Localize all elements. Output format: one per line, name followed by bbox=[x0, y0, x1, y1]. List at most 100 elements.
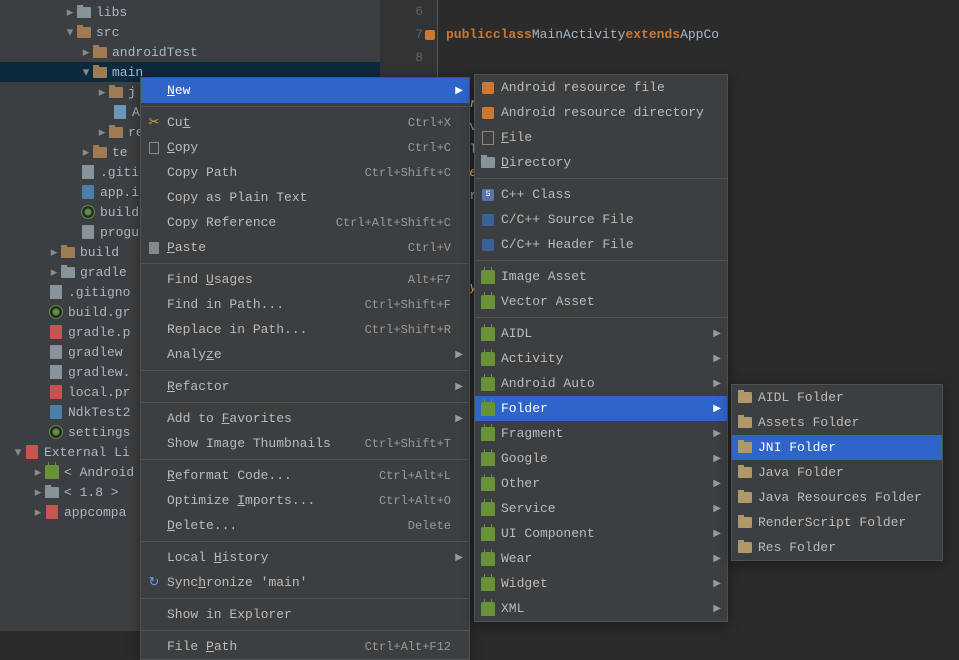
menu-item[interactable]: Other▶ bbox=[475, 471, 727, 496]
menu-item[interactable]: File PathCtrl+Alt+F12 bbox=[141, 634, 469, 659]
and-icon bbox=[480, 326, 496, 342]
and-icon bbox=[480, 426, 496, 442]
tree-label: A bbox=[132, 105, 140, 120]
menu-item[interactable]: Reformat Code...Ctrl+Alt+L bbox=[141, 463, 469, 488]
menu-item[interactable]: PasteCtrl+V bbox=[141, 235, 469, 260]
menu-item[interactable]: Service▶ bbox=[475, 496, 727, 521]
menu-item[interactable]: Image Asset bbox=[475, 264, 727, 289]
menu-item[interactable]: Java Folder bbox=[732, 460, 942, 485]
menu-item[interactable]: Folder▶ bbox=[475, 396, 727, 421]
menu-item[interactable]: XML▶ bbox=[475, 596, 727, 621]
menu-item-label: Android resource file bbox=[501, 80, 665, 95]
menu-item[interactable]: Show Image ThumbnailsCtrl+Shift+T bbox=[141, 431, 469, 456]
menu-item[interactable]: Refactor▶ bbox=[141, 374, 469, 399]
menu-item-label: Copy bbox=[167, 140, 198, 155]
menu-item[interactable]: Copy PathCtrl+Shift+C bbox=[141, 160, 469, 185]
tree-item[interactable]: ▸androidTest bbox=[0, 42, 380, 62]
tree-label: androidTest bbox=[112, 45, 198, 60]
tree-label: app.i bbox=[100, 185, 139, 200]
menu-item[interactable]: Android Auto▶ bbox=[475, 371, 727, 396]
menu-item[interactable]: Analyze▶ bbox=[141, 342, 469, 367]
and-icon bbox=[480, 401, 496, 417]
sync-icon: ↻ bbox=[146, 575, 162, 591]
menu-item[interactable]: C/C++ Source File bbox=[475, 207, 727, 232]
tree-item[interactable]: ▸libs bbox=[0, 2, 380, 22]
menu-item[interactable]: Find in Path...Ctrl+Shift+F bbox=[141, 292, 469, 317]
menu-separator bbox=[141, 106, 469, 107]
menu-item[interactable]: Local History▶ bbox=[141, 545, 469, 570]
menu-item[interactable]: AIDL ▶ bbox=[475, 321, 727, 346]
menu-item[interactable]: Replace in Path...Ctrl+Shift+R bbox=[141, 317, 469, 342]
menu-item[interactable]: Add to Favorites▶ bbox=[141, 406, 469, 431]
menu-item-label: Directory bbox=[501, 155, 571, 170]
menu-item[interactable]: Google ▶ bbox=[475, 446, 727, 471]
fld-icon bbox=[737, 440, 753, 456]
menu-item[interactable]: Vector Asset bbox=[475, 289, 727, 314]
and-icon bbox=[480, 501, 496, 517]
menu-item[interactable]: Assets Folder bbox=[732, 410, 942, 435]
line-number: 6 bbox=[415, 4, 423, 19]
menu-item[interactable]: Android resource directory bbox=[475, 100, 727, 125]
menu-item-label: AIDL bbox=[501, 326, 532, 341]
menu-item[interactable]: Copy as Plain Text bbox=[141, 185, 469, 210]
menu-item-shortcut: Ctrl+C bbox=[408, 141, 451, 155]
menu-item[interactable]: ✂CutCtrl+X bbox=[141, 110, 469, 135]
menu-item-label: Fragment bbox=[501, 426, 563, 441]
menu-item-label: Android Auto bbox=[501, 376, 595, 391]
menu-item[interactable]: Find UsagesAlt+F7 bbox=[141, 267, 469, 292]
menu-item-label: Copy Path bbox=[167, 165, 237, 180]
menu-item-label: Cut bbox=[167, 115, 190, 130]
menu-item[interactable]: Delete...Delete bbox=[141, 513, 469, 538]
menu-item[interactable]: ↻ Synchronize 'main' bbox=[141, 570, 469, 595]
menu-item-label: Show in Explorer bbox=[167, 607, 292, 622]
and-icon bbox=[480, 269, 496, 285]
menu-item[interactable]: Res Folder bbox=[732, 535, 942, 560]
submenu-arrow-icon: ▶ bbox=[713, 578, 721, 590]
tree-label: < 1.8 > bbox=[64, 485, 119, 500]
menu-item-label: Replace in Path... bbox=[167, 322, 307, 337]
menu-item-label: JNI Folder bbox=[758, 440, 836, 455]
menu-item[interactable]: SC++ Class bbox=[475, 182, 727, 207]
menu-item[interactable]: C/C++ Header File bbox=[475, 232, 727, 257]
menu-item[interactable]: File bbox=[475, 125, 727, 150]
folder-submenu[interactable]: AIDL FolderAssets Folder JNI Folder Java F… bbox=[731, 384, 943, 561]
file-icon bbox=[480, 130, 496, 146]
menu-item[interactable]: New▶ bbox=[141, 78, 469, 103]
tree-label: appcompa bbox=[64, 505, 126, 520]
submenu-arrow-icon: ▶ bbox=[713, 328, 721, 340]
and-icon bbox=[480, 526, 496, 542]
menu-item[interactable]: Java Resources Folder bbox=[732, 485, 942, 510]
menu-item-label: Delete... bbox=[167, 518, 237, 533]
menu-item[interactable]: Copy ReferenceCtrl+Alt+Shift+C bbox=[141, 210, 469, 235]
menu-item[interactable]: JNI Folder bbox=[732, 435, 942, 460]
menu-item-label: Reformat Code... bbox=[167, 468, 292, 483]
menu-item[interactable]: Android resource file bbox=[475, 75, 727, 100]
menu-item[interactable]: Optimize Imports...Ctrl+Alt+O bbox=[141, 488, 469, 513]
tree-label: build bbox=[80, 245, 119, 260]
tree-item[interactable]: ▾src bbox=[0, 22, 380, 42]
menu-item[interactable]: Wear▶ bbox=[475, 546, 727, 571]
menu-item[interactable]: Copy Ctrl+C bbox=[141, 135, 469, 160]
new-submenu[interactable]: Android resource file Android resource di… bbox=[474, 74, 728, 622]
tree-label: te bbox=[112, 145, 128, 160]
menu-item[interactable]: Directory bbox=[475, 150, 727, 175]
menu-item-label: C/C++ Header File bbox=[501, 237, 634, 252]
context-menu[interactable]: New▶ ✂CutCtrl+X Copy Ctrl+C Copy PathCtrl+Sh… bbox=[140, 77, 470, 660]
submenu-arrow-icon: ▶ bbox=[713, 453, 721, 465]
menu-item[interactable]: Fragment▶ bbox=[475, 421, 727, 446]
menu-item[interactable]: RenderScript Folder bbox=[732, 510, 942, 535]
tree-label: j bbox=[128, 85, 136, 100]
tree-label: .gitigno bbox=[68, 285, 130, 300]
menu-item[interactable]: Show in Explorer bbox=[141, 602, 469, 627]
tree-label: gradlew. bbox=[68, 365, 130, 380]
menu-item[interactable]: Activity▶ bbox=[475, 346, 727, 371]
menu-item-label: Google bbox=[501, 451, 548, 466]
menu-item[interactable]: AIDL Folder bbox=[732, 385, 942, 410]
line-number: 8 bbox=[415, 50, 423, 65]
submenu-arrow-icon: ▶ bbox=[455, 552, 463, 564]
gutter-override-icon[interactable] bbox=[425, 30, 435, 40]
tree-label: build bbox=[100, 205, 139, 220]
menu-item[interactable]: UI Component▶ bbox=[475, 521, 727, 546]
menu-item[interactable]: Widget▶ bbox=[475, 571, 727, 596]
menu-item-label: Synchronize 'main' bbox=[167, 575, 307, 590]
